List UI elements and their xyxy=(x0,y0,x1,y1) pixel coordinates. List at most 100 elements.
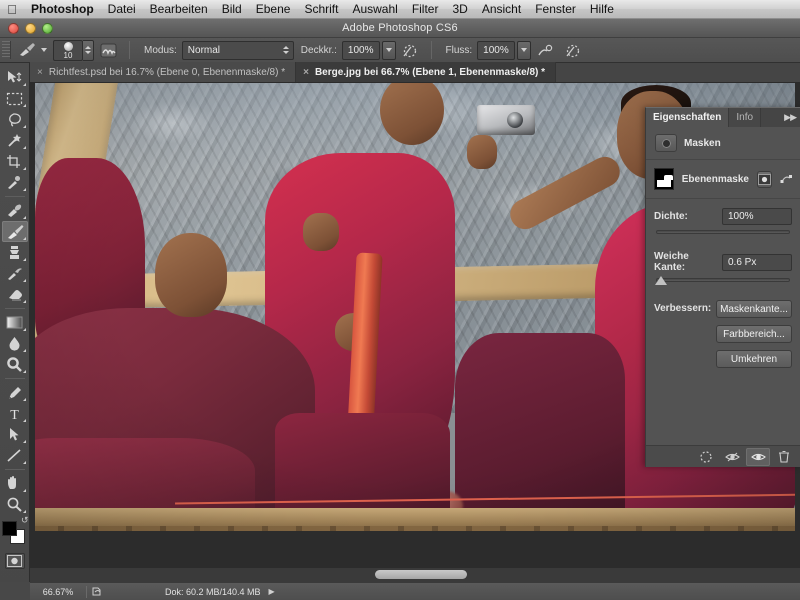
tool-divider-2 xyxy=(4,308,25,309)
horizontal-scrollbar-thumb[interactable] xyxy=(375,570,467,579)
menu-item-bearbeiten[interactable]: Bearbeiten xyxy=(143,0,215,19)
opacity-value[interactable]: 100% xyxy=(341,40,380,60)
options-separator-2 xyxy=(430,41,432,59)
hand-tool[interactable] xyxy=(2,473,28,494)
foreground-color-swatch[interactable] xyxy=(1,521,17,536)
mask-type-icon xyxy=(655,134,677,152)
application-title-bar: Adobe Photoshop CS6 xyxy=(0,19,800,38)
pen-tool[interactable] xyxy=(2,382,28,403)
color-range-button[interactable]: Farbbereich... xyxy=(716,325,792,343)
refine-label: Verbessern: xyxy=(654,303,712,314)
tool-options-bar: 10 Modus: Normal Deckkr.: 100% Fluss: 10… xyxy=(0,38,800,63)
eyedropper-tool[interactable] xyxy=(2,172,28,193)
document-tabs: × Richtfest.psd bei 16.7% (Ebene 0, Eben… xyxy=(30,62,800,83)
tab-eigenschaften[interactable]: Eigenschaften xyxy=(646,108,730,127)
move-tool[interactable] xyxy=(2,67,28,88)
opacity-dropdown-button[interactable] xyxy=(381,40,396,60)
zoom-level[interactable]: 66.67% xyxy=(30,587,86,597)
menu-item-ansicht[interactable]: Ansicht xyxy=(475,0,528,19)
mode-label: Modus: xyxy=(144,44,177,56)
airbrush-icon[interactable] xyxy=(535,41,555,60)
refine-row: Verbessern: Maskenkante... Farbbereich..… xyxy=(646,290,800,372)
density-value[interactable]: 100% xyxy=(722,208,792,225)
dodge-tool[interactable] xyxy=(2,354,28,375)
pixel-mask-icon[interactable] xyxy=(757,170,772,188)
blend-mode-value: Normal xyxy=(187,44,221,56)
menu-item-filter[interactable]: Filter xyxy=(405,0,446,19)
density-slider-track xyxy=(656,230,790,234)
brush-size-field[interactable]: 10 xyxy=(53,39,83,61)
load-selection-icon[interactable] xyxy=(694,448,718,466)
history-brush-tool[interactable] xyxy=(2,263,28,284)
tools-panel: T ↺ xyxy=(0,63,30,600)
flow-value[interactable]: 100% xyxy=(477,40,515,60)
line-tool[interactable] xyxy=(2,445,28,466)
magic-wand-tool[interactable] xyxy=(2,130,28,151)
pressure-size-icon[interactable] xyxy=(563,41,583,60)
flow-dropdown-button[interactable] xyxy=(516,40,531,60)
pressure-opacity-icon[interactable] xyxy=(400,41,420,60)
panel-footer xyxy=(646,445,800,467)
clone-stamp-tool[interactable] xyxy=(2,242,28,263)
menu-item-photoshop[interactable]: Photoshop xyxy=(24,0,101,19)
menu-item-schrift[interactable]: Schrift xyxy=(297,0,345,19)
menu-item-fenster[interactable]: Fenster xyxy=(528,0,583,19)
brush-tool[interactable] xyxy=(1,221,28,242)
type-tool[interactable]: T xyxy=(2,403,28,424)
quick-mask-icon[interactable] xyxy=(4,553,25,569)
apply-mask-icon[interactable] xyxy=(720,448,744,466)
feather-value[interactable]: 0.6 Px xyxy=(722,253,792,271)
panel-collapse-icon[interactable]: ▶▶ xyxy=(784,112,797,123)
healing-brush-tool[interactable] xyxy=(2,200,28,221)
mask-edge-button[interactable]: Maskenkante... xyxy=(716,300,792,318)
feather-slider-track xyxy=(656,278,790,282)
apple-logo-icon[interactable]:  xyxy=(0,3,24,16)
brush-size-stepper[interactable] xyxy=(83,39,94,61)
toggle-mask-visibility-icon[interactable] xyxy=(746,447,770,466)
rectangular-marquee-tool[interactable] xyxy=(2,88,28,109)
density-label: Dichte: xyxy=(654,211,688,222)
brush-preset-chevron-down-icon[interactable] xyxy=(41,48,47,52)
menu-item-ebene[interactable]: Ebene xyxy=(249,0,298,19)
mask-row: Ebenenmaske xyxy=(646,160,800,199)
density-row: Dichte: 100% xyxy=(646,199,800,227)
invert-button[interactable]: Umkehren xyxy=(716,350,792,368)
density-slider[interactable] xyxy=(646,227,800,242)
color-swatches[interactable]: ↺ xyxy=(1,515,29,547)
feather-row: Weiche Kante: 0.6 Px xyxy=(646,242,800,275)
crop-tool[interactable] xyxy=(2,151,28,172)
feather-slider-knob[interactable] xyxy=(654,276,667,285)
mask-name-label: Ebenenmaske xyxy=(681,173,749,185)
menu-item-hilfe[interactable]: Hilfe xyxy=(583,0,621,19)
zoom-tool[interactable] xyxy=(2,494,28,515)
feather-slider[interactable] xyxy=(646,275,800,290)
layer-mask-thumbnail[interactable] xyxy=(654,168,674,190)
vector-mask-icon[interactable] xyxy=(780,171,794,188)
svg-text:T: T xyxy=(10,408,19,421)
horizontal-scrollbar[interactable] xyxy=(30,568,800,580)
panel-tab-label: Info xyxy=(736,112,754,123)
menu-item-3d[interactable]: 3D xyxy=(445,0,474,19)
tab-close-icon[interactable]: × xyxy=(303,67,309,78)
menu-item-auswahl[interactable]: Auswahl xyxy=(345,0,404,19)
brush-icon[interactable] xyxy=(14,41,40,60)
eraser-tool[interactable] xyxy=(2,284,28,305)
panel-tab-label: Eigenschaften xyxy=(653,112,722,123)
blur-tool[interactable] xyxy=(2,333,28,354)
path-selection-tool[interactable] xyxy=(2,424,28,445)
tab-close-icon[interactable]: × xyxy=(37,67,43,78)
gradient-tool[interactable] xyxy=(2,312,28,333)
brush-panel-icon[interactable] xyxy=(98,41,118,60)
menu-item-bild[interactable]: Bild xyxy=(215,0,249,19)
tab-berge-jpg[interactable]: × Berge.jpg bei 66.7% (Ebene 1, Ebenenma… xyxy=(296,62,557,82)
status-expand-arrow-icon[interactable]: ▶ xyxy=(269,587,275,596)
tab-richtfest-psd[interactable]: × Richtfest.psd bei 16.7% (Ebene 0, Eben… xyxy=(30,62,297,82)
lasso-tool[interactable] xyxy=(2,109,28,130)
menu-item-datei[interactable]: Datei xyxy=(101,0,143,19)
swap-colors-icon[interactable]: ↺ xyxy=(21,515,29,526)
options-bar-grip[interactable] xyxy=(2,41,11,59)
delete-mask-icon[interactable] xyxy=(772,448,796,466)
properties-panel: Eigenschaften Info ▶▶ Masken Ebenenmaske xyxy=(645,107,800,467)
blend-mode-select[interactable]: Normal xyxy=(181,40,294,60)
tab-info[interactable]: Info xyxy=(729,108,762,127)
